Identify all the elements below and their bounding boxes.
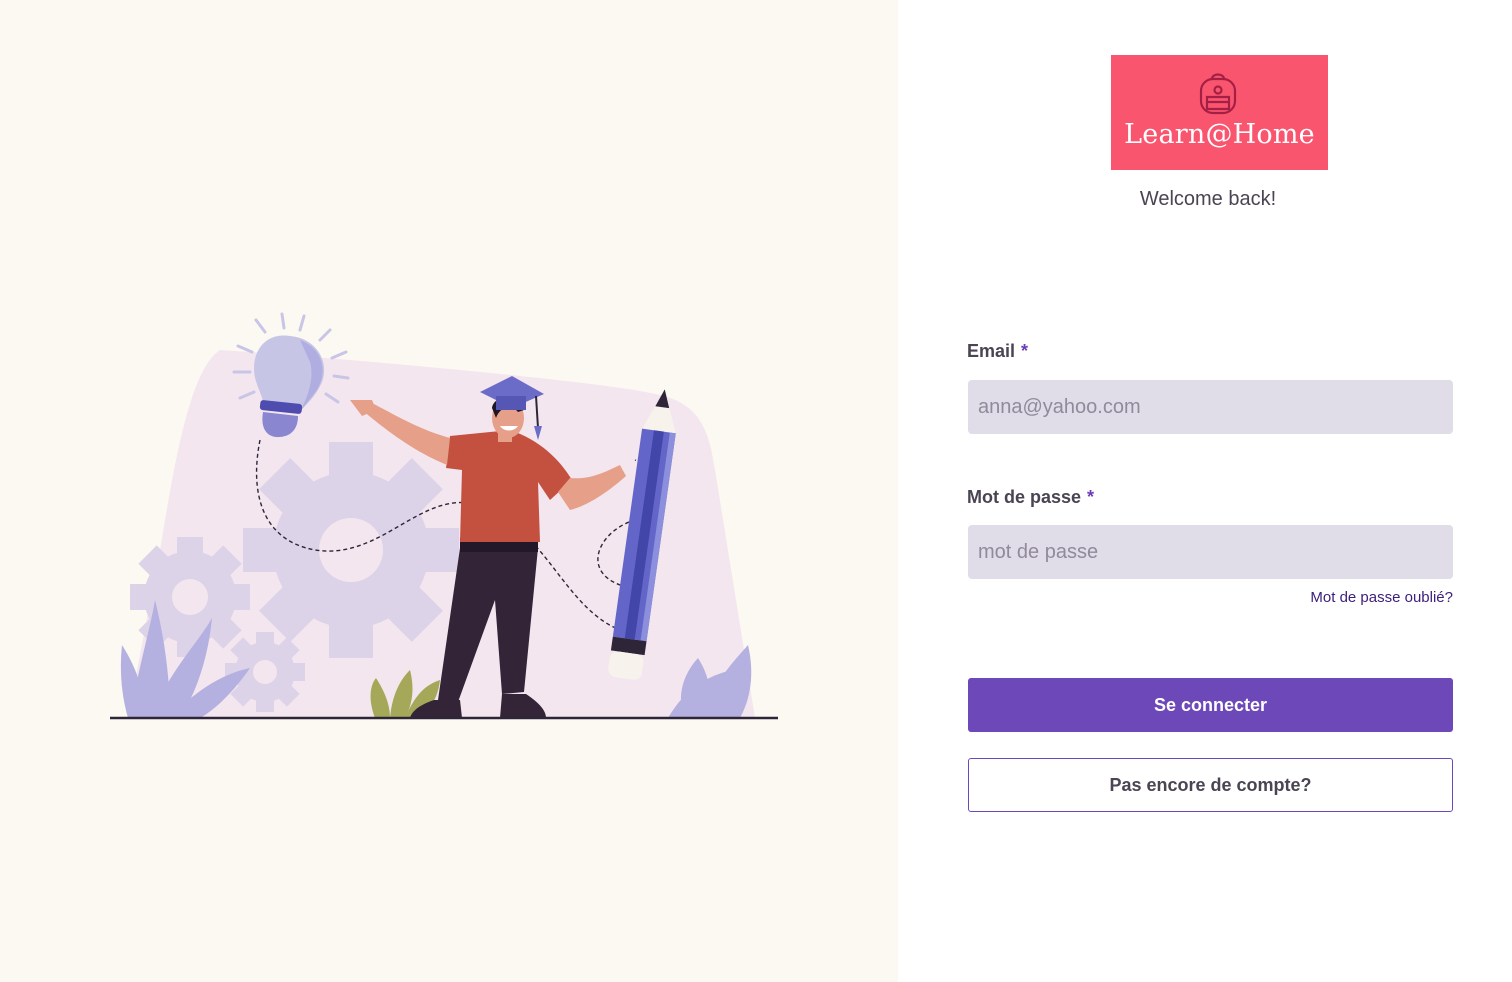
password-label-text: Mot de passe	[967, 487, 1082, 507]
illustration-panel	[0, 0, 898, 982]
login-panel: Learn@Home Welcome back! Email* Mot de p…	[898, 0, 1512, 982]
login-button[interactable]: Se connecter	[968, 678, 1453, 732]
forgot-password-link[interactable]: Mot de passe oublié?	[1310, 589, 1453, 606]
required-mark: *	[1021, 341, 1029, 361]
student-with-pencil-illustration	[110, 312, 778, 720]
required-mark: *	[1087, 487, 1095, 507]
brand-name: Learn@Home	[1124, 119, 1315, 150]
signup-button[interactable]: Pas encore de compte?	[968, 758, 1453, 812]
login-page: Learn@Home Welcome back! Email* Mot de p…	[0, 0, 1512, 982]
password-label: Mot de passe *	[967, 487, 1094, 508]
email-input[interactable]	[968, 380, 1453, 434]
email-label: Email *	[967, 341, 1028, 362]
password-input[interactable]	[968, 525, 1453, 579]
email-label-text: Email	[967, 341, 1016, 361]
gear-icon	[243, 442, 459, 658]
brand-logo: Learn@Home	[1111, 55, 1328, 170]
welcome-message: Welcome back!	[1139, 188, 1277, 210]
backpack-icon	[1199, 73, 1237, 115]
